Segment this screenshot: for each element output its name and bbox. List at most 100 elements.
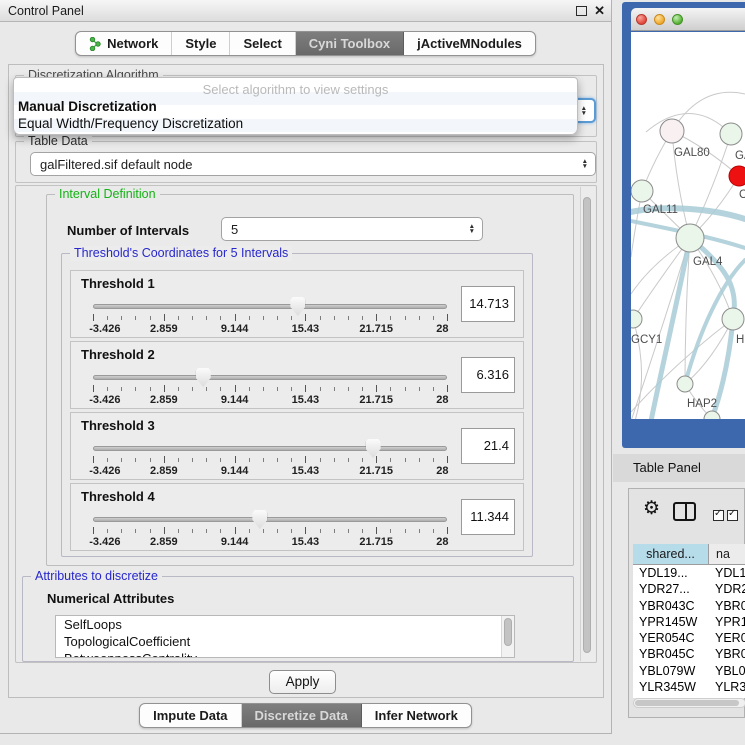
tab-impute-data[interactable]: Impute Data	[140, 704, 241, 727]
table-data-combobox[interactable]: galFiltered.sif default node ▲▼	[30, 152, 596, 176]
table-row[interactable]: YPR145WYPR1	[633, 614, 745, 630]
zoom-traffic-light-icon[interactable]	[672, 14, 683, 25]
node-gal11	[631, 180, 653, 202]
number-of-intervals-label: Number of Intervals	[67, 223, 189, 238]
threshold-1-slider[interactable]: -3.4262.8599.14415.4321.71528	[93, 297, 447, 337]
tab-cyni-toolbox[interactable]: Cyni Toolbox	[296, 32, 404, 55]
node-label: GAL80	[674, 147, 710, 159]
combo-stepper-icon: ▲▼	[581, 106, 587, 116]
slider-scale-label: 28	[436, 394, 448, 406]
checkbox-icon[interactable]	[713, 510, 724, 521]
threshold-4-slider[interactable]: -3.4262.8599.14415.4321.71528	[93, 510, 447, 550]
group-title: Table Data	[24, 134, 92, 149]
dropdown-item-equal-width-frequency[interactable]: Equal Width/Frequency Discretization	[14, 115, 577, 132]
slider-track[interactable]	[93, 446, 447, 451]
number-of-intervals-combobox[interactable]: 5 ▲▼	[221, 217, 483, 241]
scrollbar-thumb[interactable]	[583, 197, 591, 653]
slider-track[interactable]	[93, 375, 447, 380]
vertical-scrollbar[interactable]	[580, 187, 595, 661]
table-row[interactable]: YBR043CYBR0	[633, 598, 745, 614]
node-label: GAL11	[643, 204, 678, 216]
threshold-value-field[interactable]: 14.713	[461, 286, 515, 322]
tab-label: Select	[243, 36, 281, 51]
numerical-attributes-label: Numerical Attributes	[47, 591, 174, 606]
cell-name[interactable]: YBL0	[709, 663, 745, 679]
slider-scale-label: -3.426	[89, 394, 120, 406]
cell-shared-name[interactable]: YBR043C	[633, 598, 709, 614]
table-row[interactable]: YER054CYER0	[633, 630, 745, 646]
numerical-attributes-list[interactable]: SelfLoops TopologicalCoefficient Between…	[55, 615, 515, 658]
column-header-name[interactable]: na	[709, 544, 745, 564]
cell-shared-name[interactable]: YLR345W	[633, 679, 709, 695]
slider-scale-label: -3.426	[89, 465, 120, 477]
checkbox-icon[interactable]	[727, 510, 738, 521]
gear-icon[interactable]: ⚙	[643, 499, 660, 518]
combo-value: 5	[231, 222, 238, 237]
cell-shared-name[interactable]: YPR145W	[633, 614, 709, 630]
minimize-traffic-light-icon[interactable]	[654, 14, 665, 25]
tab-discretize-data[interactable]: Discretize Data	[242, 704, 362, 727]
node-selected-red	[729, 166, 745, 186]
table-row[interactable]: YDL19...YDL1	[633, 565, 745, 581]
network-view-frame[interactable]: GAL80 GA C GAL11 GAL4 GCY1 H HAP2	[622, 2, 745, 448]
cell-shared-name[interactable]: YBR045C	[633, 646, 709, 662]
close-icon[interactable]: ✕	[594, 3, 605, 19]
cell-name[interactable]: YPR1	[709, 614, 745, 630]
table-row[interactable]: YDR27...YDR2	[633, 581, 745, 597]
cell-shared-name[interactable]: YER054C	[633, 630, 709, 646]
node-hap2	[677, 376, 693, 392]
threshold-2-slider[interactable]: -3.4262.8599.14415.4321.71528	[93, 368, 447, 408]
cell-shared-name[interactable]: YDL19...	[633, 565, 709, 581]
close-traffic-light-icon[interactable]	[636, 14, 647, 25]
network-window-titlebar[interactable]	[631, 8, 745, 31]
tab-label: Infer Network	[375, 708, 458, 723]
top-tab-bar: Network Style Select Cyni Toolbox jActiv…	[0, 31, 611, 56]
apply-button[interactable]: Apply	[269, 670, 336, 694]
tab-jactivemnodules[interactable]: jActiveMNodules	[404, 32, 535, 55]
table-row[interactable]: YBR045CYBR0	[633, 646, 745, 662]
dropdown-item-manual-discretization[interactable]: Manual Discretization	[14, 98, 577, 115]
slider-ticks	[93, 527, 447, 535]
tab-infer-network[interactable]: Infer Network	[362, 704, 471, 727]
slider-track[interactable]	[93, 304, 447, 309]
scrollbar-thumb[interactable]	[635, 700, 739, 706]
cell-name[interactable]: YDR2	[709, 581, 745, 597]
cell-shared-name[interactable]: YBL079W	[633, 663, 709, 679]
slider-scale-label: 15.43	[292, 465, 320, 477]
cell-name[interactable]: YBR0	[709, 598, 745, 614]
column-layout-icon[interactable]	[673, 502, 696, 521]
list-item[interactable]: BetweennessCentrality	[56, 650, 514, 658]
attributes-group: Attributes to discretize Numerical Attri…	[22, 576, 574, 662]
tab-label: Style	[185, 36, 216, 51]
table-row[interactable]: YBL079WYBL0	[633, 663, 745, 679]
settings-scrollpane: Interval Definition Number of Intervals …	[15, 185, 597, 663]
tab-network[interactable]: Network	[76, 32, 172, 55]
slider-scale-label: 2.859	[150, 394, 178, 406]
threshold-3-slider[interactable]: -3.4262.8599.14415.4321.71528	[93, 439, 447, 479]
threshold-value-field[interactable]: 21.4	[461, 428, 515, 464]
slider-track[interactable]	[93, 517, 447, 522]
tab-style[interactable]: Style	[172, 32, 230, 55]
column-header-shared-name[interactable]: shared...	[633, 544, 709, 564]
scrollbar-thumb[interactable]	[504, 618, 512, 646]
slider-scale-label: 15.43	[292, 394, 320, 406]
horizontal-scrollbar[interactable]	[633, 698, 745, 708]
list-item[interactable]: SelfLoops	[56, 616, 514, 633]
float-window-icon[interactable]	[576, 6, 587, 16]
cell-shared-name[interactable]: YDR27...	[633, 581, 709, 597]
list-scrollbar[interactable]	[501, 616, 514, 657]
cell-name[interactable]: YER0	[709, 630, 745, 646]
group-title: Threshold's Coordinates for 5 Intervals	[70, 246, 292, 261]
table-row[interactable]: YLR345WYLR3	[633, 679, 745, 695]
node-label: GCY1	[631, 334, 662, 346]
threshold-value-field[interactable]: 11.344	[461, 499, 515, 535]
threshold-value-field[interactable]: 6.316	[461, 357, 515, 393]
slider-scale-label: 21.715	[359, 465, 393, 477]
tab-select[interactable]: Select	[230, 32, 295, 55]
slider-scale-label: 2.859	[150, 536, 178, 548]
cell-name[interactable]: YLR3	[709, 679, 745, 695]
cell-name[interactable]: YBR0	[709, 646, 745, 662]
list-item[interactable]: TopologicalCoefficient	[56, 633, 514, 650]
cell-name[interactable]: YDL1	[709, 565, 745, 581]
network-canvas[interactable]: GAL80 GA C GAL11 GAL4 GCY1 H HAP2	[631, 32, 745, 419]
